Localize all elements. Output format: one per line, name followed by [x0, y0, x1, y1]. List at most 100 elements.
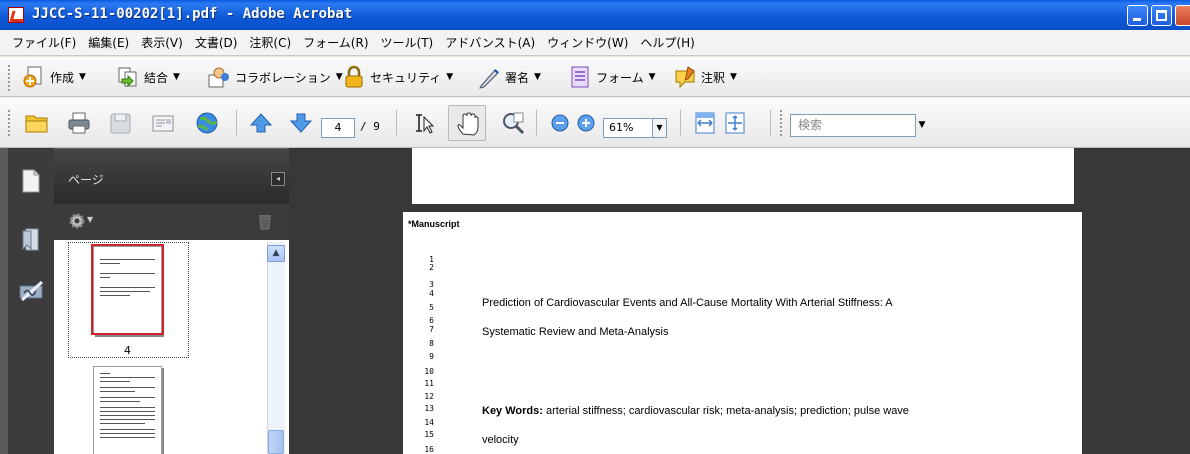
collapse-panel-button[interactable]: ◂	[271, 172, 285, 186]
menu-document[interactable]: 文書(D)	[195, 34, 238, 51]
previous-page-bottom	[412, 148, 1074, 204]
sign-label: 署名	[505, 70, 530, 85]
pen-icon	[479, 69, 499, 89]
thumbnail-page-number: 4	[124, 344, 131, 357]
zoom-dropdown-arrow[interactable]: ▼	[653, 118, 667, 138]
window-title: JJCC-S-11-00202[1].pdf - Adobe Acrobat	[32, 6, 353, 22]
menu-forms[interactable]: フォーム(R)	[303, 34, 368, 51]
security-button[interactable]: セキュリティ ▼	[342, 65, 453, 89]
collaborate-label: コラボレーション	[235, 70, 331, 85]
comment-button[interactable]: 注釈 ▼	[673, 65, 737, 89]
pages-panel-title: ページ	[68, 173, 104, 187]
pages-panel-icon[interactable]	[21, 169, 41, 193]
comment-label: 注釈	[701, 70, 726, 85]
create-label: 作成	[50, 70, 75, 85]
pages-panel-toolbar: ▼	[54, 204, 289, 240]
toolbar-grip[interactable]	[8, 110, 12, 136]
toolbar-separator	[536, 110, 537, 136]
search-input[interactable]: 検索	[790, 114, 916, 137]
line-number: 13	[424, 404, 434, 413]
comment-icon	[675, 66, 695, 89]
line-number: 11	[424, 379, 434, 388]
menu-bar: ファイル(F) 編集(E) 表示(V) 文書(D) 注釈(C) フォーム(R) …	[0, 30, 1190, 56]
collaborate-button[interactable]: コラボレーション ▼	[207, 65, 343, 89]
next-page-icon[interactable]	[288, 111, 314, 135]
toolbar-grip[interactable]	[780, 110, 784, 136]
fit-width-icon[interactable]	[692, 111, 718, 135]
title-bar: JJCC-S-11-00202[1].pdf - Adobe Acrobat	[0, 0, 1190, 30]
scroll-up-button[interactable]: ▲	[267, 245, 285, 262]
line-number: 16	[424, 445, 434, 454]
toolbar-separator	[396, 110, 397, 136]
scrollbar-thumb[interactable]	[268, 430, 284, 454]
line-number: 7	[429, 325, 434, 334]
create-button[interactable]: 作成 ▼	[22, 65, 86, 89]
manuscript-label: *Manuscript	[408, 219, 460, 229]
zoom-in-icon[interactable]	[574, 111, 600, 135]
menu-view[interactable]: 表示(V)	[141, 34, 183, 51]
minimize-button[interactable]	[1127, 5, 1148, 26]
options-dropdown-arrow[interactable]: ▼	[87, 215, 93, 224]
zoom-out-icon[interactable]	[548, 111, 574, 135]
menu-edit[interactable]: 編集(E)	[88, 34, 129, 51]
signatures-panel-icon[interactable]	[19, 280, 45, 302]
fit-page-icon[interactable]	[722, 111, 748, 135]
save-icon[interactable]	[108, 111, 134, 135]
line-number: 15	[424, 430, 434, 439]
line-number: 12	[424, 392, 434, 401]
menu-tools[interactable]: ツール(T)	[381, 34, 434, 51]
paper-title-line-2: Systematic Review and Meta-Analysis	[482, 326, 669, 338]
keywords-continuation: velocity	[482, 434, 519, 446]
acrobat-app-icon	[8, 7, 24, 23]
current-page-highlight	[91, 244, 164, 335]
search-dropdown-arrow[interactable]: ▼	[916, 114, 928, 137]
combine-icon	[118, 67, 137, 88]
task-toolbar: 作成 ▼ 結合 ▼ コラボレーション ▼ セキュリティ ▼ 署名 ▼ フォーム …	[0, 57, 1190, 97]
menu-comments[interactable]: 注釈(C)	[249, 34, 291, 51]
panel-resize-grip[interactable]	[289, 148, 297, 454]
email-icon[interactable]	[150, 111, 176, 135]
total-pages-label: / 9	[360, 120, 380, 133]
open-folder-icon[interactable]	[24, 111, 50, 135]
keywords-label: Key Words:	[482, 405, 543, 417]
line-number: 10	[424, 367, 434, 376]
menu-file[interactable]: ファイル(F)	[12, 34, 76, 51]
previous-page-icon[interactable]	[248, 111, 274, 135]
sign-button[interactable]: 署名 ▼	[477, 65, 541, 89]
combine-button[interactable]: 結合 ▼	[116, 65, 180, 89]
zoom-tool-icon[interactable]	[500, 111, 526, 135]
navigation-icon-bar	[8, 148, 54, 454]
hand-icon	[457, 112, 479, 136]
line-number: 14	[424, 418, 434, 427]
thumbnails-scrollbar[interactable]	[267, 242, 285, 454]
paper-title-line-1: Prediction of Cardiovascular Events and …	[482, 297, 893, 309]
menu-advanced[interactable]: アドバンスト(A)	[445, 34, 535, 51]
lock-icon	[345, 65, 363, 88]
hand-tool-button[interactable]	[448, 105, 486, 141]
bookmarks-panel-icon[interactable]	[21, 228, 41, 252]
combine-label: 結合	[144, 70, 169, 85]
page-5-thumbnail[interactable]	[93, 366, 162, 454]
options-gear-icon[interactable]	[68, 212, 86, 230]
tools-toolbar	[0, 98, 1190, 148]
toolbar-separator	[236, 110, 237, 136]
trash-icon[interactable]	[258, 213, 272, 230]
line-number: 8	[429, 339, 434, 348]
line-number: 3	[429, 280, 434, 289]
menu-help[interactable]: ヘルプ(H)	[640, 34, 694, 51]
forms-label: フォーム	[596, 70, 644, 85]
select-text-icon[interactable]	[412, 111, 438, 135]
close-button[interactable]	[1175, 5, 1190, 26]
line-number: 2	[429, 263, 434, 272]
toolbar-grip[interactable]	[8, 65, 12, 91]
zoom-level-input[interactable]: 61%	[603, 118, 653, 138]
maximize-button[interactable]	[1151, 5, 1172, 26]
forms-button[interactable]: フォーム ▼	[568, 65, 656, 89]
keywords-line: Key Words: arterial stiffness; cardiovas…	[482, 405, 909, 417]
current-page-input[interactable]: 4	[321, 118, 355, 138]
line-number: 4	[429, 289, 434, 298]
menu-window[interactable]: ウィンドウ(W)	[547, 34, 628, 51]
web-globe-icon[interactable]	[194, 111, 220, 135]
print-icon[interactable]	[66, 111, 92, 135]
keywords-text: arterial stiffness; cardiovascular risk;…	[542, 405, 909, 417]
